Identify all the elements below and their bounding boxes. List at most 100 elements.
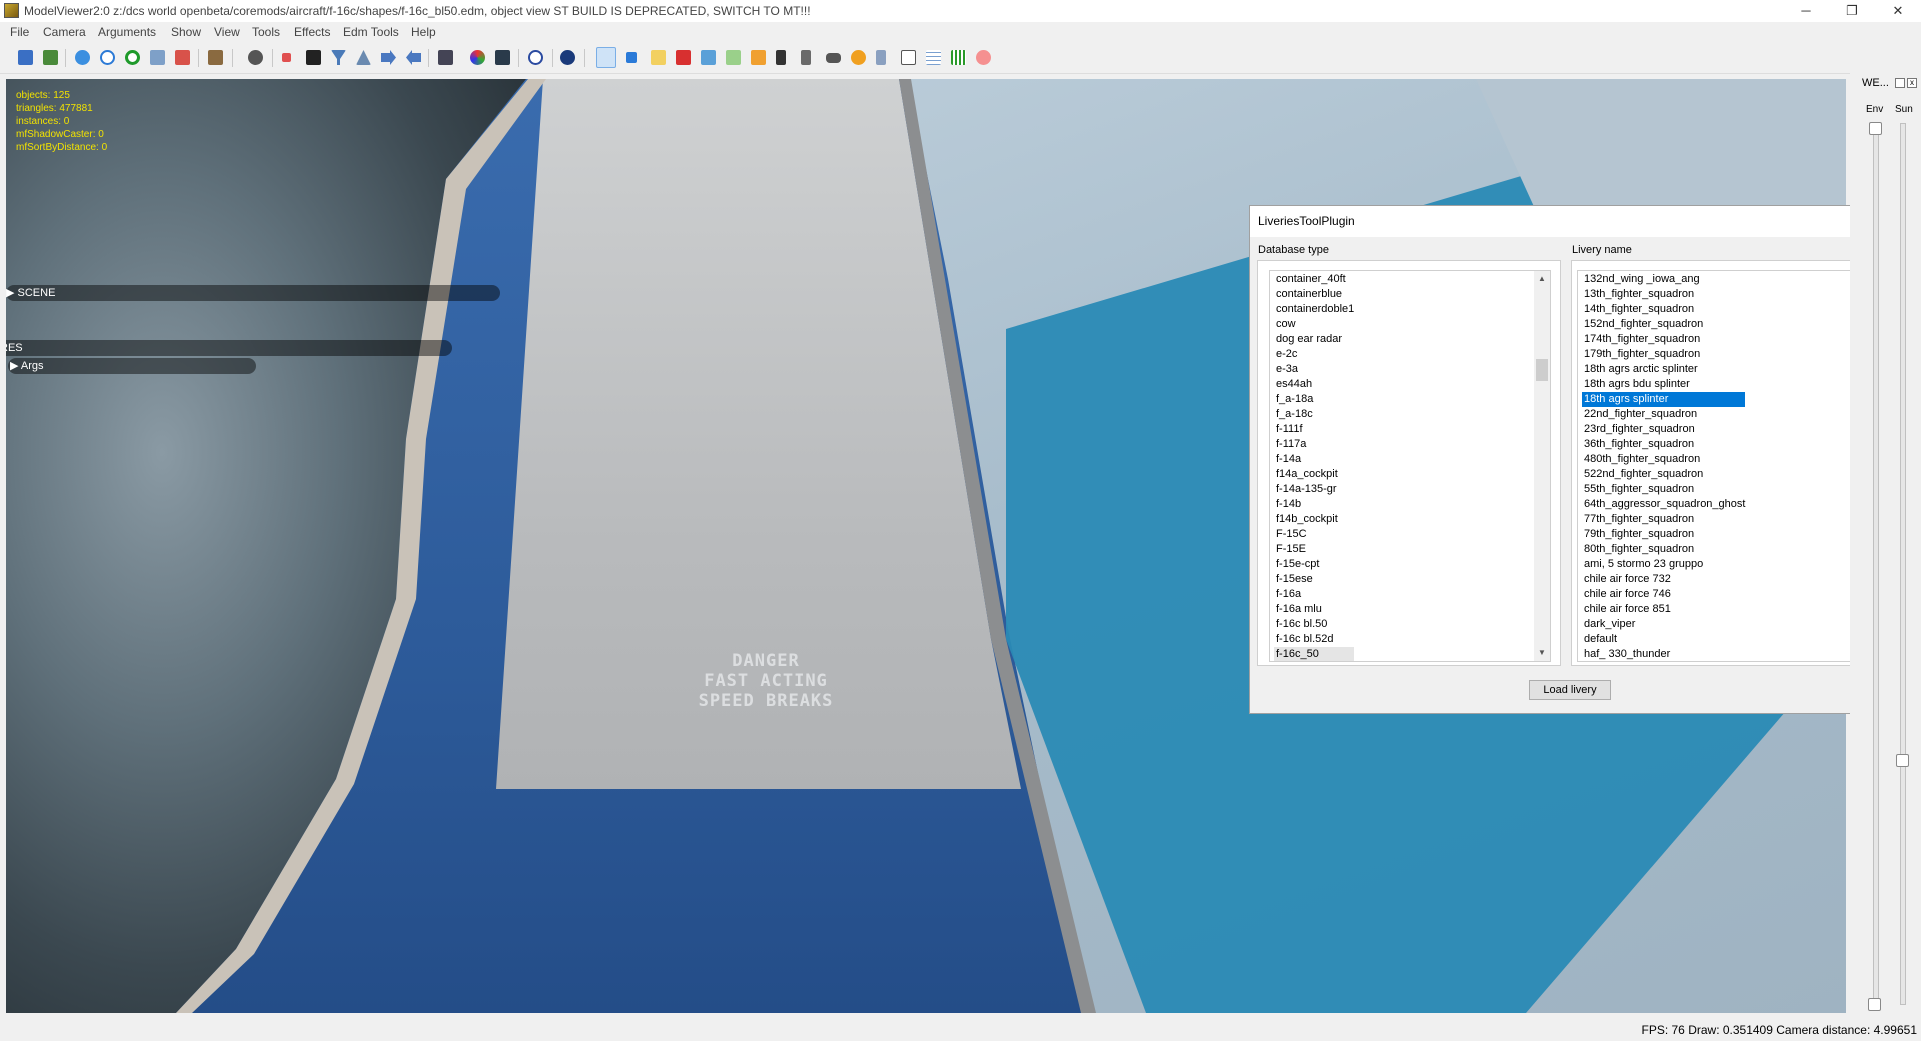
db-list-item[interactable]: e-2c — [1274, 347, 1354, 362]
scroll-up-arrow[interactable]: ▲ — [1534, 271, 1550, 287]
cube-icon[interactable] — [626, 52, 637, 63]
db-list-item[interactable]: container_40ft — [1274, 272, 1354, 287]
livery-list-item[interactable]: 18th agrs splinter — [1582, 392, 1746, 407]
bar-chart-icon[interactable] — [596, 47, 616, 68]
panel-float-button[interactable] — [1895, 78, 1905, 88]
db-list-item[interactable]: f-14a — [1274, 452, 1354, 467]
photo-icon[interactable] — [438, 50, 453, 65]
camera-icon[interactable] — [248, 50, 263, 65]
database-type-list[interactable]: container_40ft containerblue containerdobl… — [1269, 270, 1551, 662]
livery-list-item[interactable]: 152nd_fighter_squadron — [1582, 317, 1745, 332]
livery-list-item[interactable]: 80th_fighter_squadron — [1582, 542, 1745, 557]
menu-camera[interactable]: Camera — [43, 25, 86, 39]
db-list-item[interactable]: e-3a — [1274, 362, 1354, 377]
sun-slider-handle[interactable] — [1896, 754, 1909, 767]
film-icon[interactable] — [495, 50, 510, 65]
box-icon[interactable] — [208, 50, 223, 65]
livery-list-item[interactable]: haf_ 330_thunder — [1582, 647, 1745, 661]
menu-help[interactable]: Help — [411, 25, 436, 39]
panel-close-button[interactable]: x — [1907, 78, 1917, 88]
scene-panel-header[interactable]: ▶ SCENE — [6, 285, 500, 301]
sun-slider[interactable] — [1896, 123, 1909, 1005]
livery-list-item[interactable]: ami, 5 stormo 23 gruppo — [1582, 557, 1745, 572]
livery-list-item[interactable]: 36th_fighter_squadron — [1582, 437, 1745, 452]
frame-icon[interactable] — [306, 50, 321, 65]
shell-icon[interactable] — [851, 50, 866, 65]
stop-icon[interactable] — [976, 50, 991, 65]
menu-file[interactable]: File — [10, 25, 29, 39]
menu-show[interactable]: Show — [171, 25, 201, 39]
livery-list-item[interactable]: chile air force 851 — [1582, 602, 1745, 617]
db-list-item[interactable]: F-15E — [1274, 542, 1354, 557]
livery-list-item[interactable]: 132nd_wing _iowa_ang — [1582, 272, 1745, 287]
load-livery-button[interactable]: Load livery — [1529, 680, 1611, 700]
lamp-icon[interactable] — [801, 50, 811, 65]
db-list-item[interactable]: cow — [1274, 317, 1354, 332]
figure-icon[interactable] — [175, 50, 190, 65]
cone-icon[interactable] — [356, 50, 371, 65]
grid-icon[interactable] — [926, 50, 941, 65]
livery-name-list[interactable]: 132nd_wing _iowa_ang 13th_fighter_squadro… — [1577, 270, 1873, 662]
menu-effects[interactable]: Effects — [294, 25, 330, 39]
image-icon[interactable] — [150, 50, 165, 65]
record-icon[interactable] — [560, 50, 575, 65]
env-slider-handle[interactable] — [1869, 122, 1882, 135]
database-type-scrollbar[interactable]: ▲ ▼ — [1534, 271, 1550, 661]
livery-list-item[interactable]: 174th_fighter_squadron — [1582, 332, 1745, 347]
env-slider[interactable] — [1869, 122, 1882, 1005]
funnel-icon[interactable] — [331, 50, 346, 65]
db-list-item[interactable]: containerdoble1 — [1274, 302, 1354, 317]
close-window-button[interactable]: ✕ — [1875, 0, 1921, 22]
db-list-item[interactable]: f-15ese — [1274, 572, 1354, 587]
livery-list-item[interactable]: 480th_fighter_squadron — [1582, 452, 1745, 467]
livery-list-item[interactable]: 64th_aggressor_squadron_ghost — [1582, 497, 1745, 512]
graph-icon[interactable] — [751, 50, 766, 65]
db-list-item[interactable]: f14a_cockpit — [1274, 467, 1354, 482]
arrow-right-icon[interactable] — [381, 50, 396, 65]
blue-box-icon[interactable] — [701, 50, 716, 65]
livery-list-item[interactable]: 23rd_fighter_squadron — [1582, 422, 1745, 437]
livery-list-item[interactable]: 79th_fighter_squadron — [1582, 527, 1745, 542]
db-list-item[interactable]: f_a-18a — [1274, 392, 1354, 407]
livery-list-item[interactable]: 522nd_fighter_squadron — [1582, 467, 1745, 482]
reload-icon[interactable] — [125, 50, 140, 65]
env-slider-bottom-handle[interactable] — [1868, 998, 1881, 1011]
db-list-item[interactable]: f-16a mlu — [1274, 602, 1354, 617]
livery-list-item[interactable]: default — [1582, 632, 1745, 647]
args-panel-header[interactable]: ▶ Args — [8, 358, 256, 374]
livery-list-item[interactable]: chile air force 732 — [1582, 572, 1745, 587]
note-icon[interactable] — [901, 50, 916, 65]
minimize-button[interactable]: ─ — [1783, 0, 1829, 22]
db-list-item[interactable]: f-117a — [1274, 437, 1354, 452]
livery-list-item[interactable]: 13th_fighter_squadron — [1582, 287, 1745, 302]
db-list-item[interactable]: f14b_cockpit — [1274, 512, 1354, 527]
save-icon[interactable] — [18, 50, 33, 65]
livery-list-item[interactable]: chile air force 746 — [1582, 587, 1745, 602]
livery-list-item[interactable]: 18th agrs bdu splinter — [1582, 377, 1745, 392]
lamp-post-icon[interactable] — [876, 50, 886, 65]
menu-arguments[interactable]: Arguments — [98, 25, 156, 39]
db-list-item[interactable]: f-16c bl.52d — [1274, 632, 1354, 647]
db-list-item[interactable]: f-16a — [1274, 587, 1354, 602]
livery-list-item[interactable]: 18th agrs arctic splinter — [1582, 362, 1745, 377]
db-list-item[interactable]: dog ear radar — [1274, 332, 1354, 347]
green-box-icon[interactable] — [726, 50, 741, 65]
open-icon[interactable] — [43, 50, 58, 65]
red-box-icon[interactable] — [676, 50, 691, 65]
menu-edm-tools[interactable]: Edm Tools — [343, 25, 399, 39]
db-list-item[interactable]: f-14b — [1274, 497, 1354, 512]
livery-list-item[interactable]: 179th_fighter_squadron — [1582, 347, 1745, 362]
livery-list-item[interactable]: 14th_fighter_squadron — [1582, 302, 1745, 317]
db-list-item[interactable]: F-15C — [1274, 527, 1354, 542]
scroll-down-arrow[interactable]: ▼ — [1534, 645, 1550, 661]
menu-view[interactable]: View — [214, 25, 240, 39]
green-grid-icon[interactable] — [951, 50, 966, 65]
db-list-item[interactable]: f-14a-135-gr — [1274, 482, 1354, 497]
db-list-item[interactable]: containerblue — [1274, 287, 1354, 302]
db-list-item[interactable]: es44ah — [1274, 377, 1354, 392]
res-panel-header[interactable]: RES — [6, 340, 452, 356]
palette-icon[interactable] — [470, 50, 485, 65]
restore-button[interactable]: ❐ — [1829, 0, 1875, 22]
car-icon[interactable] — [826, 53, 841, 63]
livery-list-item[interactable]: 55th_fighter_squadron — [1582, 482, 1745, 497]
